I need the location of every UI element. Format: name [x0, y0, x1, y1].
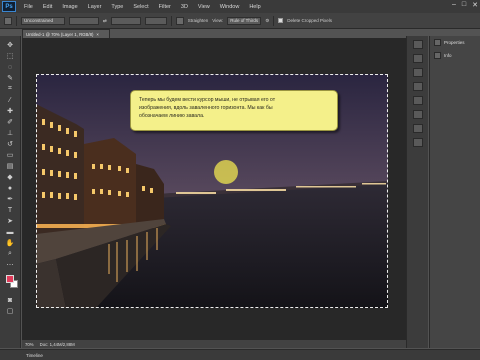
- height-field[interactable]: [110, 16, 141, 25]
- callout-line: Теперь мы будем вести курсор мыши, не от…: [139, 97, 276, 103]
- adjustments-panel-icon[interactable]: [412, 82, 423, 91]
- delete-cropped-label: Delete Cropped Pixels: [287, 18, 333, 23]
- zoom-level[interactable]: 70%: [25, 342, 34, 347]
- menu-window[interactable]: Window: [215, 4, 245, 10]
- cursor-highlight: [214, 160, 238, 184]
- settings-gear-icon[interactable]: ⚙: [265, 18, 269, 24]
- width-field[interactable]: [69, 16, 99, 25]
- close-document-icon[interactable]: ×: [96, 32, 99, 37]
- lasso-tool-icon[interactable]: ◌: [5, 62, 16, 72]
- type-tool-icon[interactable]: T: [5, 205, 16, 215]
- crop-tool-preset-icon[interactable]: [4, 16, 12, 25]
- straighten-label[interactable]: Straighten: [188, 18, 209, 23]
- pen-tool-icon[interactable]: ✒: [5, 194, 16, 204]
- menu-help[interactable]: Help: [244, 4, 265, 10]
- timeline-label: Timeline: [26, 352, 43, 358]
- view-overlay-select[interactable]: Rule of Thirds: [227, 16, 262, 25]
- menu-edit[interactable]: Edit: [38, 4, 57, 10]
- history-panel-icon[interactable]: [412, 40, 423, 49]
- swatches-panel-icon[interactable]: [412, 68, 423, 77]
- properties-label: Properties: [444, 40, 465, 45]
- color-panel-icon[interactable]: [412, 54, 423, 63]
- screen-mode-icon[interactable]: ▢: [5, 306, 16, 316]
- window-controls: – □ ✕: [452, 1, 478, 9]
- swap-icon[interactable]: ⇄: [103, 18, 107, 24]
- zoom-tool-icon[interactable]: ⌕: [5, 249, 16, 259]
- shape-tool-icon[interactable]: ▬: [5, 227, 16, 237]
- quick-select-tool-icon[interactable]: ✎: [5, 73, 16, 83]
- menu-filter[interactable]: Filter: [154, 4, 176, 10]
- callout-line: изображения, вдоль заваленного горизонта…: [139, 105, 273, 111]
- status-bar: 70% Doc: 1,44M/2,88M: [22, 340, 406, 348]
- info-label: Info: [444, 53, 452, 58]
- menu-image[interactable]: Image: [57, 4, 82, 10]
- info-panel-button[interactable]: Info: [430, 49, 480, 62]
- restore-button[interactable]: □: [462, 1, 466, 9]
- marquee-tool-icon[interactable]: ⬚: [5, 51, 16, 61]
- gradient-tool-icon[interactable]: ▤: [5, 161, 16, 171]
- divider: [170, 15, 172, 26]
- menu-bar: Ps File Edit Image Layer Type Select Fil…: [0, 0, 480, 13]
- doc-size: Doc: 1,44M/2,88M: [39, 341, 75, 347]
- menu-select[interactable]: Select: [128, 4, 153, 10]
- ratio-select[interactable]: Unconstrained: [21, 16, 65, 25]
- path-select-tool-icon[interactable]: ➤: [5, 216, 16, 226]
- layers-panel-icon[interactable]: [412, 110, 423, 119]
- divider: [273, 15, 275, 26]
- brush-tool-icon[interactable]: ✐: [5, 117, 16, 127]
- properties-panel-button[interactable]: Properties: [430, 36, 480, 49]
- document-tab[interactable]: Untitled-1 @ 70% (Layer 1, RGB/8) ×: [22, 29, 110, 38]
- close-button[interactable]: ✕: [472, 1, 478, 9]
- tools-panel: ✥ ⬚ ◌ ✎ ⌗ ⁄ ✚ ✐ ⊥ ↺ ▭ ▤ ◆ ● ✒ T ➤ ▬ ✋ ⌕ …: [0, 36, 21, 348]
- photoshop-window: Ps File Edit Image Layer Type Select Fil…: [0, 0, 480, 360]
- styles-panel-icon[interactable]: [412, 96, 423, 105]
- options-bar: Unconstrained ⇄ Straighten View: Rule of…: [0, 13, 480, 29]
- delete-cropped-checkbox[interactable]: [278, 18, 284, 23]
- collapsed-panels: Properties Info: [429, 36, 480, 348]
- info-icon: [434, 52, 441, 59]
- properties-icon: [434, 39, 441, 46]
- menu-view[interactable]: View: [193, 4, 215, 10]
- ps-logo: Ps: [2, 1, 16, 12]
- channels-panel-icon[interactable]: [412, 124, 423, 133]
- panel-icon-strip: [406, 36, 428, 348]
- eraser-tool-icon[interactable]: ▭: [5, 150, 16, 160]
- foreground-color-swatch[interactable]: [6, 275, 14, 283]
- menu-file[interactable]: File: [19, 4, 38, 10]
- healing-brush-tool-icon[interactable]: ✚: [5, 106, 16, 116]
- more-tools-icon[interactable]: ⋯: [5, 260, 16, 270]
- tutorial-callout: Теперь мы будем вести курсор мыши, не от…: [130, 90, 338, 131]
- straighten-icon[interactable]: [175, 16, 184, 25]
- menu-layer[interactable]: Layer: [83, 4, 107, 10]
- canvas-workspace[interactable]: Теперь мы будем вести курсор мыши, не от…: [22, 38, 406, 340]
- blur-tool-icon[interactable]: ◆: [5, 172, 16, 182]
- divider: [16, 15, 17, 26]
- minimize-button[interactable]: –: [452, 1, 456, 9]
- history-brush-tool-icon[interactable]: ↺: [5, 139, 16, 149]
- quick-mask-icon[interactable]: ◙: [5, 295, 16, 305]
- eyedropper-tool-icon[interactable]: ⁄: [5, 95, 16, 105]
- move-tool-icon[interactable]: ✥: [5, 40, 16, 50]
- menu-3d[interactable]: 3D: [176, 4, 193, 10]
- crop-tool-icon[interactable]: ⌗: [5, 84, 16, 94]
- callout-line: обозначаем линию завала.: [139, 113, 205, 119]
- view-label: View:: [212, 18, 224, 23]
- document-tab-title: Untitled-1 @ 70% (Layer 1, RGB/8): [26, 31, 94, 37]
- menu-type[interactable]: Type: [106, 4, 128, 10]
- dodge-tool-icon[interactable]: ●: [5, 183, 16, 193]
- clone-stamp-tool-icon[interactable]: ⊥: [5, 128, 16, 138]
- clear-button[interactable]: [144, 16, 167, 25]
- timeline-tab[interactable]: Timeline: [0, 349, 480, 360]
- hand-tool-icon[interactable]: ✋: [5, 238, 16, 248]
- paths-panel-icon[interactable]: [412, 138, 423, 147]
